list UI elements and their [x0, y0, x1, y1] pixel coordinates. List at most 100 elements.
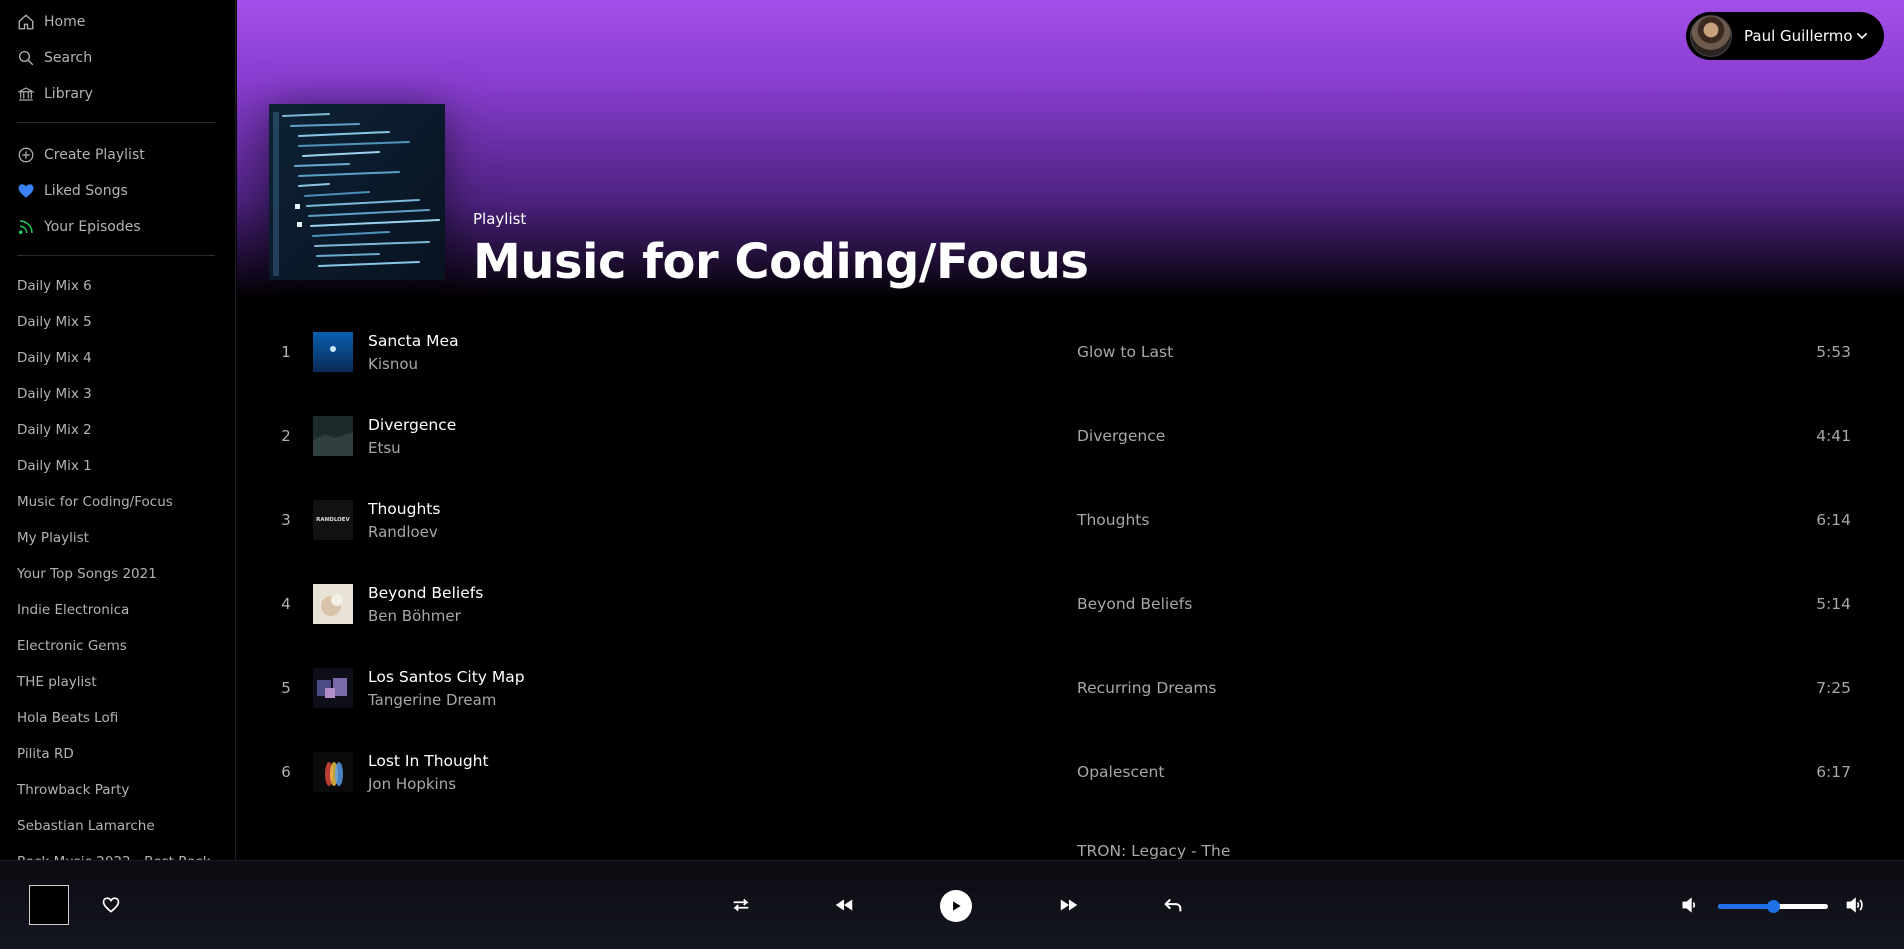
sidebar-divider: [17, 255, 215, 256]
now-playing-thumbnail: [29, 885, 69, 925]
track-row[interactable]: 6 Lost In Thought Jon Hopkins Opalescent…: [269, 730, 1869, 814]
track-title: Los Santos City Map: [368, 667, 525, 686]
volume-slider-knob[interactable]: [1767, 900, 1780, 913]
play-icon: [953, 901, 961, 911]
track-artist-link[interactable]: Randloev: [368, 523, 440, 541]
sidebar-playlist-item[interactable]: Rock Music 2022 - Best Rock-: [17, 844, 235, 860]
sidebar-item-library[interactable]: Library: [17, 76, 235, 112]
sidebar-actions: Create Playlist Liked Songs Your Episode…: [17, 137, 235, 245]
sidebar-item-label: Library: [44, 86, 93, 102]
sidebar-item-label: Your Episodes: [44, 219, 141, 235]
sidebar-item-label: Create Playlist: [44, 147, 145, 163]
track-album-link[interactable]: Thoughts: [1077, 511, 1149, 529]
volume-slider[interactable]: [1718, 900, 1828, 913]
track-row[interactable]: 5 Los Santos City Map Tangerine Dream Re…: [269, 646, 1869, 730]
volume-slider-fill: [1718, 904, 1773, 909]
track-row[interactable]: 3 RANDLOEV Thoughts Randloev Thoughts 6:…: [269, 478, 1869, 562]
next-button[interactable]: [1058, 894, 1080, 916]
sidebar-playlist-item[interactable]: Electronic Gems: [17, 628, 235, 664]
user-menu-button[interactable]: Paul Guillermo: [1686, 12, 1884, 60]
track-row[interactable]: 4 Beyond Beliefs Ben Böhmer Beyond Belie…: [269, 562, 1869, 646]
track-title: Divergence: [368, 415, 457, 434]
code-screen-image: [269, 104, 445, 280]
track-album-link[interactable]: TRON: Legacy - The: [1077, 842, 1230, 860]
sidebar-playlists: Daily Mix 6 Daily Mix 5 Daily Mix 4 Dail…: [17, 268, 235, 860]
main-content: Paul Guillermo Playlist Music for Coding…: [237, 0, 1904, 860]
search-icon: [17, 49, 35, 67]
track-row[interactable]: TRON: Legacy - The: [269, 814, 1869, 860]
sidebar-playlist-item[interactable]: Pilita RD: [17, 736, 235, 772]
track-number: 4: [281, 595, 291, 613]
avatar: [1690, 15, 1732, 57]
home-icon: [17, 13, 35, 31]
track-thumbnail: [313, 416, 353, 456]
sidebar-item-search[interactable]: Search: [17, 40, 235, 76]
track-thumbnail: RANDLOEV: [313, 500, 353, 540]
track-title: Lost In Thought: [368, 751, 489, 770]
sidebar-playlist-item[interactable]: Daily Mix 4: [17, 340, 235, 376]
track-row[interactable]: 2 Divergence Etsu Divergence 4:41: [269, 394, 1869, 478]
sidebar-playlist-item[interactable]: My Playlist: [17, 520, 235, 556]
like-button[interactable]: [101, 895, 121, 915]
page-title: Music for Coding/Focus: [473, 234, 1089, 290]
track-number: 3: [281, 511, 291, 529]
track-number: 2: [281, 427, 291, 445]
previous-button[interactable]: [833, 894, 855, 916]
sidebar-divider: [17, 122, 215, 123]
track-album-link[interactable]: Opalescent: [1077, 763, 1164, 781]
chevron-down-icon: [1856, 32, 1868, 40]
track-album-link[interactable]: Recurring Dreams: [1077, 679, 1217, 697]
sidebar-playlist-item[interactable]: Hola Beats Lofi: [17, 700, 235, 736]
sidebar-item-home[interactable]: Home: [17, 4, 235, 40]
sidebar-playlist-item[interactable]: Throwback Party: [17, 772, 235, 808]
track-number: 6: [281, 763, 291, 781]
track-title: Sancta Mea: [368, 331, 459, 350]
track-album-link[interactable]: Glow to Last: [1077, 343, 1173, 361]
sidebar-nav: Home Search Library: [17, 0, 235, 112]
track-row[interactable]: 1 Sancta Mea Kisnou Glow to Last 5:53: [269, 310, 1869, 394]
track-number: 1: [281, 343, 291, 361]
sidebar-playlist-item[interactable]: Your Top Songs 2021: [17, 556, 235, 592]
sidebar-playlist-item[interactable]: Daily Mix 3: [17, 376, 235, 412]
playlist-type-label: Playlist: [473, 210, 527, 228]
track-title: Thoughts: [368, 499, 441, 518]
sidebar-playlist-item[interactable]: Daily Mix 1: [17, 448, 235, 484]
sidebar-playlist-item[interactable]: Daily Mix 2: [17, 412, 235, 448]
track-duration: 5:14: [1816, 595, 1851, 613]
create-playlist-button[interactable]: Create Playlist: [17, 137, 235, 173]
track-artist-link[interactable]: Ben Böhmer: [368, 607, 483, 625]
sidebar-playlist-item[interactable]: Daily Mix 5: [17, 304, 235, 340]
liked-songs-button[interactable]: Liked Songs: [17, 173, 235, 209]
play-button[interactable]: [940, 890, 972, 922]
undo-button[interactable]: [1162, 894, 1184, 916]
track-number: 5: [281, 679, 291, 697]
sidebar-playlist-item[interactable]: Sebastian Lamarche: [17, 808, 235, 844]
track-artist-link[interactable]: Jon Hopkins: [368, 775, 489, 793]
track-list: 1 Sancta Mea Kisnou Glow to Last 5:53 2 …: [269, 310, 1869, 861]
track-artist-link[interactable]: Kisnou: [368, 355, 459, 373]
track-thumbnail: [313, 752, 353, 792]
track-thumbnail: [313, 668, 353, 708]
track-thumbnail: [313, 584, 353, 624]
volume-down-icon[interactable]: [1680, 895, 1700, 915]
sidebar-item-label: Search: [44, 50, 93, 66]
track-artist-link[interactable]: Etsu: [368, 439, 456, 457]
volume-up-icon[interactable]: [1845, 895, 1865, 915]
sidebar-playlist-item[interactable]: Daily Mix 6: [17, 268, 235, 304]
your-episodes-button[interactable]: Your Episodes: [17, 209, 235, 245]
sidebar-playlist-item[interactable]: Indie Electronica: [17, 592, 235, 628]
heart-icon: [17, 182, 35, 200]
sidebar-playlist-item[interactable]: THE playlist: [17, 664, 235, 700]
track-duration: 6:17: [1816, 763, 1851, 781]
track-duration: 7:25: [1816, 679, 1851, 697]
track-album-link[interactable]: Divergence: [1077, 427, 1165, 445]
repeat-button[interactable]: [730, 894, 752, 916]
track-duration: 6:14: [1816, 511, 1851, 529]
track-album-link[interactable]: Beyond Beliefs: [1077, 595, 1192, 613]
track-duration: 4:41: [1816, 427, 1851, 445]
playlist-header: Playlist Music for Coding/Focus: [473, 210, 1089, 290]
track-artist-link[interactable]: Tangerine Dream: [368, 691, 525, 709]
track-duration: 5:53: [1816, 343, 1851, 361]
library-icon: [17, 85, 35, 103]
sidebar-playlist-item[interactable]: Music for Coding/Focus: [17, 484, 235, 520]
